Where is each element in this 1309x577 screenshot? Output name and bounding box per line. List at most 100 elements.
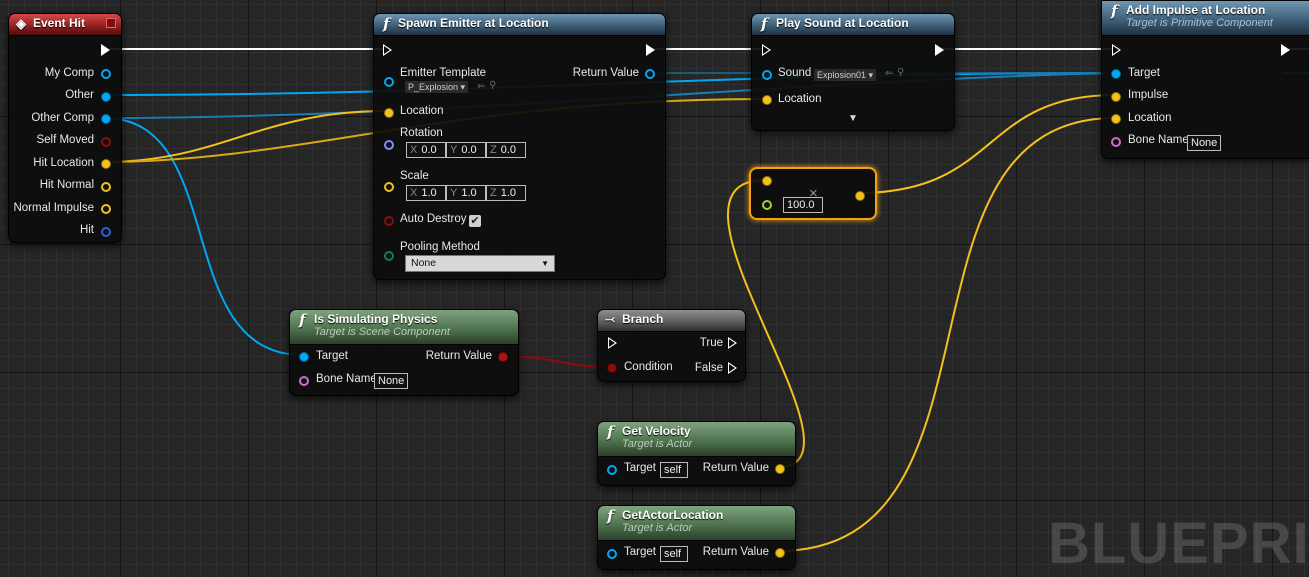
browse-arrow-icon[interactable]: ⇐ [885, 68, 893, 79]
get-velocity-target-pin[interactable] [607, 465, 617, 475]
emitter-template-dropdown[interactable]: P_Explosion ▾ [405, 81, 469, 93]
search-icon[interactable]: ⚲ [489, 80, 496, 91]
is-simulating-physics-node[interactable]: f Is Simulating Physics Target is Scene … [289, 309, 519, 396]
add-impulse-header[interactable]: f Add Impulse at Location Target is Prim… [1102, 1, 1309, 36]
sound-exec-out[interactable] [935, 44, 944, 56]
rotation-y-field[interactable]: Y 0.0 [446, 142, 486, 158]
hit-normal-pin[interactable] [101, 182, 111, 192]
branch-condition-pin[interactable] [607, 363, 617, 373]
is-simulating-bone-name-pin[interactable] [299, 376, 309, 386]
self-moved-pin[interactable] [101, 137, 111, 147]
spawn-emitter-title: Spawn Emitter at Location [398, 16, 549, 30]
get-velocity-header[interactable]: f Get Velocity Target is Actor [598, 422, 795, 457]
branch-header[interactable]: ⤙ Branch [598, 310, 745, 332]
normal-impulse-pin[interactable] [101, 204, 111, 214]
get-velocity-return-label: Return Value [702, 462, 769, 474]
hit-pin[interactable] [101, 227, 111, 237]
get-actor-location-target-field[interactable]: self [660, 546, 688, 562]
play-sound-header[interactable]: f Play Sound at Location [752, 14, 954, 36]
function-icon: f [607, 507, 614, 525]
branch-exec-in[interactable] [608, 337, 617, 349]
sound-label: Sound [778, 67, 812, 79]
spawn-location-pin[interactable] [384, 108, 394, 118]
pooling-method-pin[interactable] [384, 251, 394, 261]
event-hit-header[interactable]: ◈ Event Hit [9, 14, 121, 36]
spawn-emitter-node[interactable]: f Spawn Emitter at Location Emitter Temp… [373, 13, 666, 280]
expand-chevron-icon[interactable]: ▼ [848, 113, 858, 124]
play-sound-node[interactable]: f Play Sound at Location Sound Explosion… [751, 13, 955, 131]
is-simulating-return-label: Return Value [425, 350, 492, 362]
get-actor-location-header[interactable]: f GetActorLocation Target is Actor [598, 506, 795, 541]
is-simulating-bone-name-field[interactable]: None [374, 373, 408, 389]
is-simulating-bone-name-label: Bone Name [316, 373, 377, 385]
get-velocity-return-pin[interactable] [775, 464, 785, 474]
my-comp-pin[interactable] [101, 69, 111, 79]
impulse-bone-name-pin[interactable] [1111, 137, 1121, 147]
rotation-z-field[interactable]: Z 0.0 [486, 142, 526, 158]
pin-label-self-moved: Self Moved [36, 134, 94, 146]
scale-z-field[interactable]: Z 1.0 [486, 185, 526, 201]
impulse-exec-in[interactable] [1112, 44, 1121, 56]
sound-dropdown[interactable]: Explosion01 ▾ [814, 69, 877, 81]
impulse-exec-out[interactable] [1281, 44, 1290, 56]
search-icon[interactable]: ⚲ [897, 67, 904, 78]
is-simulating-target-pin[interactable] [299, 352, 309, 362]
rotation-pin[interactable] [384, 140, 394, 150]
get-actor-location-return-pin[interactable] [775, 548, 785, 558]
pin-label-my-comp: My Comp [44, 67, 94, 79]
branch-node[interactable]: ⤙ Branch True Condition False [597, 309, 746, 382]
auto-destroy-checkbox[interactable]: ✔ [469, 215, 481, 227]
multiply-out-pin[interactable] [855, 191, 865, 201]
scale-label: Scale [400, 170, 429, 182]
is-simulating-header[interactable]: f Is Simulating Physics Target is Scene … [290, 310, 518, 345]
is-simulating-title: Is Simulating Physics [314, 312, 438, 326]
chevron-down-icon: ▼ [541, 259, 549, 268]
sound-exec-in[interactable] [762, 44, 771, 56]
get-actor-location-target-pin[interactable] [607, 549, 617, 559]
branch-true-exec[interactable] [728, 337, 737, 349]
sound-location-pin[interactable] [762, 95, 772, 105]
multiply-a-pin[interactable] [762, 176, 772, 186]
impulse-bone-name-label: Bone Name [1128, 134, 1189, 146]
spawn-return-value-pin[interactable] [645, 69, 655, 79]
get-velocity-target-label: Target [624, 462, 656, 474]
browse-arrow-icon[interactable]: ⇐ [477, 81, 485, 92]
spawn-emitter-header[interactable]: f Spawn Emitter at Location [374, 14, 665, 36]
event-hit-exec-out[interactable] [101, 44, 110, 56]
delegate-pin-icon[interactable] [106, 18, 116, 28]
spawn-exec-in[interactable] [383, 44, 392, 56]
auto-destroy-label: Auto Destroy [400, 213, 467, 225]
scale-pin[interactable] [384, 182, 394, 192]
multiply-b-pin[interactable] [762, 200, 772, 210]
multiply-node[interactable]: × 100.0 [749, 167, 877, 220]
impulse-bone-name-field[interactable]: None [1187, 135, 1221, 151]
sound-pin[interactable] [762, 70, 772, 80]
pooling-method-dropdown[interactable]: None ▼ [405, 255, 555, 272]
rotation-x-field[interactable]: X 0.0 [406, 142, 446, 158]
is-simulating-return-pin[interactable] [498, 352, 508, 362]
auto-destroy-pin[interactable] [384, 216, 394, 226]
spawn-exec-out[interactable] [646, 44, 655, 56]
get-velocity-subtitle: Target is Actor [622, 438, 693, 450]
add-impulse-node[interactable]: f Add Impulse at Location Target is Prim… [1101, 0, 1309, 159]
get-velocity-target-field[interactable]: self [660, 462, 688, 478]
other-pin[interactable] [101, 92, 111, 102]
get-velocity-node[interactable]: f Get Velocity Target is Actor Target se… [597, 421, 796, 486]
impulse-target-pin[interactable] [1111, 69, 1121, 79]
hit-location-pin[interactable] [101, 159, 111, 169]
pooling-method-label: Pooling Method [400, 241, 480, 253]
get-actor-location-node[interactable]: f GetActorLocation Target is Actor Targe… [597, 505, 796, 570]
scale-y-field[interactable]: Y 1.0 [446, 185, 486, 201]
function-icon: f [761, 15, 768, 33]
branch-false-exec[interactable] [728, 362, 737, 374]
impulse-impulse-pin[interactable] [1111, 92, 1121, 102]
multiply-value-field[interactable]: 100.0 [783, 197, 823, 213]
event-hit-node[interactable]: ◈ Event Hit My Comp Other Other Comp Sel… [8, 13, 122, 243]
emitter-template-pin[interactable] [384, 77, 394, 87]
impulse-target-label: Target [1128, 67, 1160, 79]
pin-label-normal-impulse: Normal Impulse [13, 202, 94, 214]
impulse-location-pin[interactable] [1111, 114, 1121, 124]
scale-x-field[interactable]: X 1.0 [406, 185, 446, 201]
pin-label-hit-normal: Hit Normal [39, 179, 94, 191]
other-comp-pin[interactable] [101, 114, 111, 124]
